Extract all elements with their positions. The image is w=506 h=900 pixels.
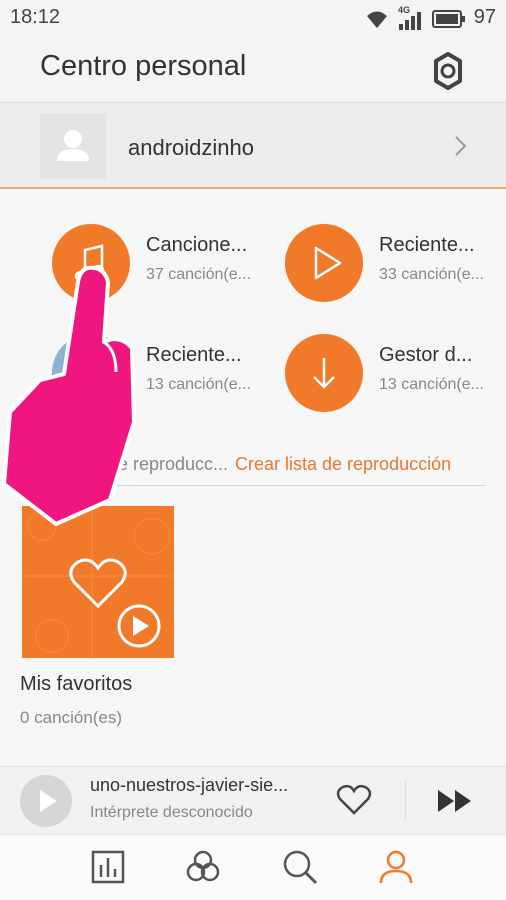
category-name: Reciente... bbox=[146, 344, 242, 366]
battery-level: 97 bbox=[473, 6, 496, 28]
music-note-icon bbox=[52, 224, 130, 302]
playlist-section-label: e reproducc... bbox=[118, 454, 229, 474]
heart-icon[interactable] bbox=[336, 783, 372, 817]
battery-icon bbox=[432, 10, 465, 28]
category-songs[interactable]: Cancione... 37 canción(e... bbox=[52, 224, 282, 314]
chart-icon[interactable] bbox=[88, 847, 128, 887]
category-count: 33 canción(e... bbox=[379, 266, 484, 283]
profile-row[interactable]: androidzinho bbox=[0, 103, 506, 189]
person-icon[interactable] bbox=[376, 847, 416, 887]
circles-icon[interactable] bbox=[183, 847, 223, 887]
category-name: Reciente... bbox=[379, 234, 475, 256]
top-bar: Centro personal bbox=[0, 38, 506, 102]
search-icon[interactable] bbox=[280, 847, 320, 887]
play-button[interactable] bbox=[20, 775, 72, 827]
category-recent-played[interactable]: Reciente... 33 canción(e... bbox=[285, 224, 506, 314]
bottom-nav bbox=[0, 834, 506, 900]
category-name: Cancione... bbox=[146, 234, 248, 256]
category-count: 13 canción(e... bbox=[146, 376, 251, 393]
play-icon bbox=[40, 790, 57, 812]
heart-icon bbox=[69, 558, 127, 609]
status-bar: 18:12 4G 97 bbox=[0, 0, 506, 38]
album-art bbox=[52, 334, 130, 412]
chevron-right-icon bbox=[455, 136, 467, 156]
play-icon bbox=[285, 224, 363, 302]
page-title: Centro personal bbox=[40, 50, 247, 82]
wifi-icon bbox=[367, 11, 387, 28]
signal-icon bbox=[399, 12, 421, 30]
avatar bbox=[40, 113, 106, 179]
category-count: 37 canción(e... bbox=[146, 266, 251, 283]
next-track-icon[interactable] bbox=[436, 787, 474, 815]
username: androidzinho bbox=[128, 135, 254, 160]
person-placeholder-icon bbox=[57, 130, 89, 161]
category-count: 13 canción(e... bbox=[379, 376, 484, 393]
download-icon bbox=[285, 334, 363, 412]
favorites-cover[interactable] bbox=[22, 506, 174, 658]
track-artist: Intérprete desconocido bbox=[90, 804, 253, 821]
player-divider bbox=[405, 781, 406, 821]
category-name: Gestor d... bbox=[379, 344, 473, 366]
track-title: uno-nuestros-javier-sie... bbox=[90, 775, 289, 795]
gear-icon[interactable] bbox=[428, 51, 468, 91]
favorites-count: 0 canción(es) bbox=[20, 708, 123, 727]
category-recent-added[interactable]: Reciente... 13 canción(e... bbox=[52, 334, 282, 424]
category-download-manager[interactable]: Gestor d... 13 canción(e... bbox=[285, 334, 506, 424]
favorites-title[interactable]: Mis favoritos bbox=[20, 673, 132, 696]
mini-player[interactable]: uno-nuestros-javier-sie... Intérprete de… bbox=[0, 766, 506, 834]
create-playlist-link[interactable]: Crear lista de reproducción bbox=[235, 454, 451, 475]
playlist-header: e reproducc... Crear lista de reproducci… bbox=[20, 452, 486, 486]
status-time: 18:12 bbox=[10, 6, 61, 28]
